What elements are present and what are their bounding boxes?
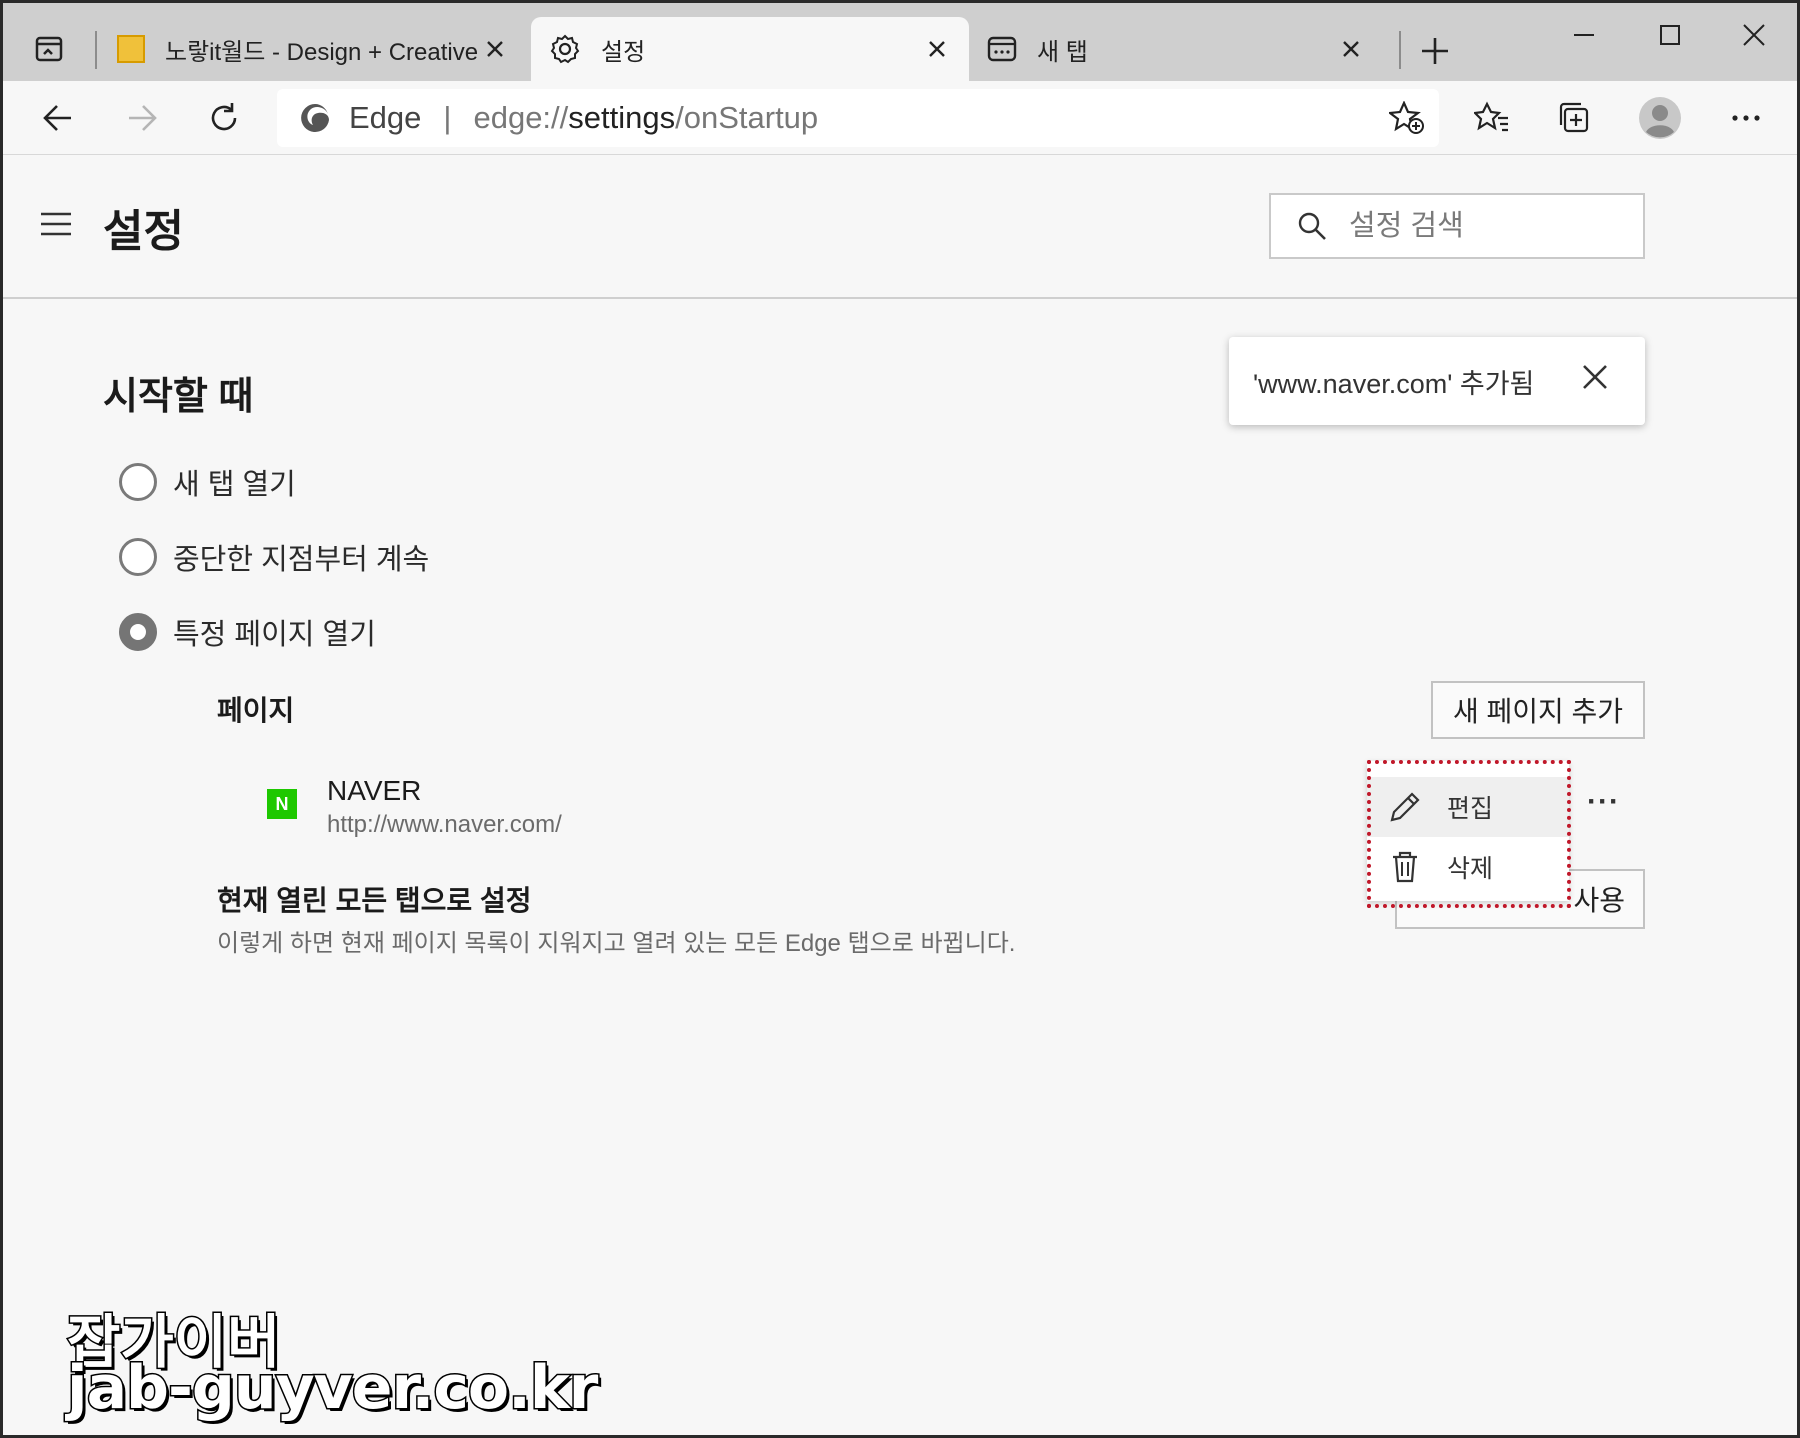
page-title: 설정 [103, 207, 184, 256]
close-icon[interactable] [481, 35, 509, 63]
hamburger-icon [41, 212, 71, 236]
gear-icon [549, 33, 581, 65]
tab-title: 설정 [601, 38, 646, 66]
highlight-annotation-box [1367, 760, 1571, 908]
radio-new-tab[interactable]: 새 탭 열기 [119, 461, 296, 503]
close-icon [1743, 24, 1765, 46]
more-horizontal-icon [1732, 115, 1760, 121]
close-icon[interactable] [1337, 35, 1365, 63]
forward-button[interactable] [117, 93, 167, 143]
menu-button[interactable] [39, 211, 77, 241]
section-title: 시작할 때 [103, 376, 254, 418]
tab-actions-icon [35, 36, 63, 62]
maximize-icon [1660, 25, 1680, 45]
settings-search[interactable] [1269, 193, 1645, 259]
toast-message: 'www.naver.com' 추가됨 [1253, 368, 1535, 399]
minimize-icon [1574, 34, 1594, 36]
toast-notification: 'www.naver.com' 추가됨 [1229, 337, 1645, 425]
minimize-button[interactable] [1549, 11, 1619, 59]
radio-label: 특정 페이지 열기 [173, 619, 376, 651]
tab-settings[interactable]: 설정 [531, 17, 969, 81]
avatar-icon [1639, 97, 1681, 139]
refresh-button[interactable] [199, 93, 249, 143]
radio-button-checked[interactable] [119, 613, 157, 651]
close-icon[interactable] [923, 35, 951, 63]
radio-label: 중단한 지점부터 계속 [173, 544, 430, 576]
settings-more-button[interactable] [1721, 93, 1771, 143]
add-favorite-icon[interactable] [1387, 100, 1425, 140]
set-all-tabs-description: 이렇게 하면 현재 페이지 목록이 지워지고 열려 있는 모든 Edge 탭으로… [217, 930, 1016, 957]
page-entry-name: NAVER [327, 775, 422, 806]
address-separator: | [443, 100, 452, 135]
edge-logo-icon [299, 102, 331, 139]
profile-button[interactable] [1635, 93, 1685, 143]
use-open-tabs-label: 사용 [1573, 885, 1625, 916]
watermark-url: jab-guyver.co.kr [65, 1352, 599, 1425]
address-brand: Edge [349, 100, 422, 135]
page-entry-url: http://www.naver.com/ [327, 811, 562, 838]
set-all-tabs-title: 현재 열린 모든 탭으로 설정 [217, 885, 532, 916]
back-button[interactable] [33, 93, 83, 143]
plus-icon [1422, 38, 1448, 64]
refresh-icon [211, 103, 237, 131]
toast-close-button[interactable] [1581, 363, 1617, 399]
radio-label: 새 탭 열기 [173, 469, 296, 501]
settings-header: 설정 [3, 155, 1797, 299]
add-new-page-button[interactable]: 새 페이지 추가 [1431, 681, 1645, 739]
browser-window: 노랗it월드 - Design + Creative 설정 새 탭 Edge |… [0, 0, 1800, 1438]
page-entry-more-button[interactable]: ··· [1587, 785, 1620, 819]
pages-label: 페이지 [217, 695, 295, 726]
tab-norang[interactable]: 노랗it월드 - Design + Creative [103, 17, 523, 81]
favorites-icon [1474, 101, 1508, 132]
collections-button[interactable] [1549, 93, 1599, 143]
naver-favicon-icon: N [267, 789, 297, 819]
favorites-button[interactable] [1467, 93, 1517, 143]
radio-button[interactable] [119, 463, 157, 501]
tab-strip: 노랗it월드 - Design + Creative 설정 새 탭 [3, 3, 1797, 81]
tab-title: 새 탭 [1037, 38, 1088, 66]
maximize-button[interactable] [1635, 11, 1705, 59]
collections-icon [1559, 102, 1589, 133]
search-input[interactable] [1349, 209, 1609, 243]
tab-new-tab[interactable]: 새 탭 [973, 17, 1383, 81]
radio-continue[interactable]: 중단한 지점부터 계속 [119, 536, 429, 578]
new-tab-button[interactable] [1401, 27, 1469, 75]
tab-title: 노랗it월드 - Design + Creative [165, 38, 479, 66]
url-host: settings [568, 100, 676, 135]
tab-separator [95, 31, 97, 69]
back-arrow-icon [43, 105, 71, 131]
address-url[interactable]: edge://settings/onStartup [473, 100, 818, 136]
close-icon [1583, 365, 1607, 389]
address-bar[interactable]: Edge | edge://settings/onStartup [277, 89, 1439, 147]
navigation-toolbar: Edge | edge://settings/onStartup [3, 81, 1797, 155]
radio-button[interactable] [119, 538, 157, 576]
tab-actions-button[interactable] [23, 23, 75, 75]
url-path: /onStartup [675, 100, 819, 135]
url-prefix: edge:// [473, 100, 569, 135]
window-close-button[interactable] [1719, 11, 1789, 59]
search-icon [1297, 211, 1327, 241]
new-tab-icon [987, 34, 1017, 64]
radio-specific-pages[interactable]: 특정 페이지 열기 [119, 611, 376, 653]
forward-arrow-icon [129, 105, 157, 131]
site-favicon-icon [117, 35, 145, 63]
